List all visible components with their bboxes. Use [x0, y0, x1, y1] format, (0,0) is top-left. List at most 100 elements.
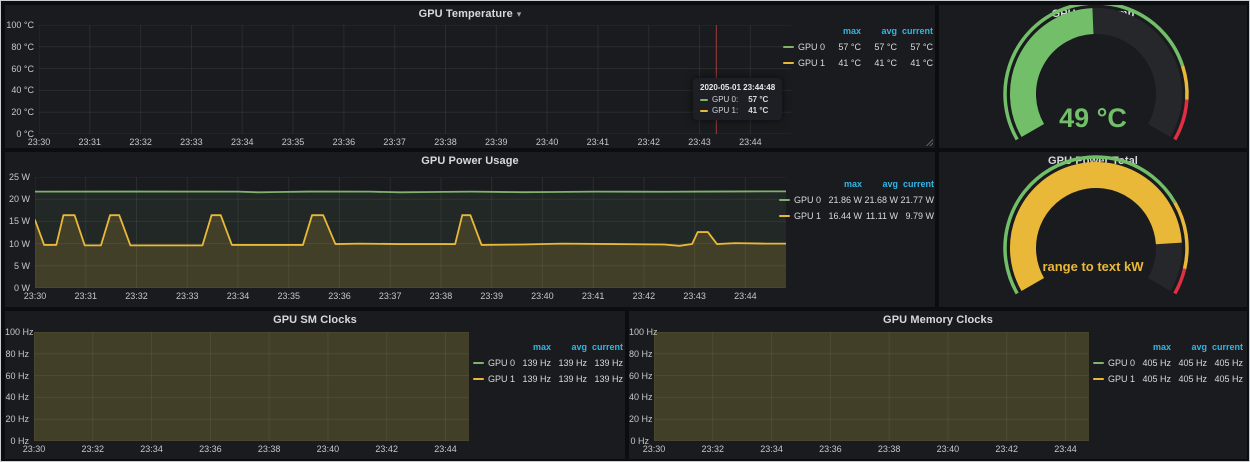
tooltip-series-row: GPU 1: 41 °C — [700, 105, 775, 116]
legend-series-value: 139 Hz — [551, 358, 587, 368]
panel-gpu-temperature: GPU Temperature▾ 0 °C20 °C40 °C60 °C80 °… — [5, 5, 935, 148]
legend-header-avg[interactable]: avg — [862, 179, 898, 189]
legend-series-name: GPU 0 — [1108, 358, 1135, 368]
y-tick-label: 80 Hz — [629, 349, 649, 359]
x-tick-label: 23:30 — [21, 137, 57, 147]
tooltip-series-name: GPU 1: — [712, 105, 738, 116]
x-tick-label: 23:36 — [321, 291, 357, 301]
x-tick-label: 23:34 — [220, 291, 256, 301]
legend-series-row: GPU 0405 Hz405 Hz405 Hz — [1093, 355, 1243, 371]
legend-series-name: GPU 1 — [1108, 374, 1135, 384]
y-tick-label: 100 Hz — [629, 327, 649, 337]
legend-header-current[interactable]: current — [897, 26, 933, 36]
legend-header-max[interactable]: max — [826, 179, 862, 189]
legend-series-value: 139 Hz — [587, 358, 623, 368]
x-tick-label: 23:37 — [372, 291, 408, 301]
legend-header-row: maxavgcurrent — [783, 23, 933, 39]
gauge-arc — [939, 152, 1247, 307]
x-tick-label: 23:34 — [134, 444, 170, 454]
x-tick-label: 23:44 — [1047, 444, 1083, 454]
x-tick-label: 23:42 — [631, 137, 667, 147]
legend-series-row: GPU 141 °C41 °C41 °C — [783, 55, 933, 71]
x-tick-label: 23:40 — [310, 444, 346, 454]
legend-series-toggle[interactable]: GPU 0 — [783, 42, 825, 52]
legend-header-avg[interactable]: avg — [1171, 342, 1207, 352]
legend-series-toggle[interactable]: GPU 1 — [473, 374, 515, 384]
tooltip-timestamp: 2020-05-01 23:44:48 — [700, 82, 775, 93]
x-tick-label: 23:42 — [369, 444, 405, 454]
legend-series-row: GPU 0139 Hz139 Hz139 Hz — [473, 355, 623, 371]
panel-gpu-power-total: GPU Power Total range to text kW — [939, 152, 1247, 307]
y-tick-label: 20 Hz — [5, 414, 29, 424]
legend-series-toggle[interactable]: GPU 0 — [473, 358, 515, 368]
series-color-dash — [783, 46, 794, 48]
legend-series-value: 21.68 W — [862, 195, 898, 205]
legend-header-avg[interactable]: avg — [551, 342, 587, 352]
x-tick-label: 23:39 — [474, 291, 510, 301]
legend: maxavgcurrentGPU 0139 Hz139 Hz139 HzGPU … — [473, 339, 623, 387]
x-tick-label: 23:36 — [326, 137, 362, 147]
series-color-dash — [1093, 378, 1104, 380]
plot-area[interactable] — [654, 332, 1089, 441]
y-tick-label: 40 °C — [5, 85, 34, 95]
x-tick-label: 23:33 — [169, 291, 205, 301]
y-tick-label: 100 °C — [5, 20, 34, 30]
legend-header-max[interactable]: max — [825, 26, 861, 36]
legend-series-toggle[interactable]: GPU 1 — [779, 211, 826, 221]
series-color-dash — [473, 378, 484, 380]
y-tick-label: 80 Hz — [5, 349, 29, 359]
legend: maxavgcurrentGPU 021.86 W21.68 W21.77 WG… — [779, 176, 934, 224]
x-tick-label: 23:42 — [989, 444, 1025, 454]
legend-series-toggle[interactable]: GPU 1 — [783, 58, 825, 68]
tooltip-series-value: 41 °C — [748, 105, 768, 116]
x-tick-label: 23:32 — [123, 137, 159, 147]
panel-gpu-memory-clocks: GPU Memory Clocks 0 Hz20 Hz40 Hz60 Hz80 … — [629, 311, 1247, 459]
legend-header-current[interactable]: current — [1207, 342, 1243, 352]
legend-series-toggle[interactable]: GPU 0 — [779, 195, 826, 205]
legend-series-value: 139 Hz — [587, 374, 623, 384]
y-tick-label: 40 Hz — [629, 392, 649, 402]
y-tick-label: 20 Hz — [629, 414, 649, 424]
legend-series-name: GPU 1 — [488, 374, 515, 384]
panel-gpu-avg-temp: GPU Avg. Temp 49 °C — [939, 5, 1247, 148]
legend-header-max[interactable]: max — [1135, 342, 1171, 352]
legend-series-name: GPU 0 — [794, 195, 821, 205]
legend-series-value: 139 Hz — [551, 374, 587, 384]
legend-series-name: GPU 1 — [794, 211, 821, 221]
panel-gpu-power-usage: GPU Power Usage 0 W5 W10 W15 W20 W25 W23… — [5, 152, 935, 307]
plot-area[interactable] — [35, 177, 786, 288]
legend-series-row: GPU 116.44 W11.11 W9.79 W — [779, 208, 934, 224]
y-tick-label: 15 W — [5, 216, 30, 226]
legend-header-max[interactable]: max — [515, 342, 551, 352]
series-color-dash — [783, 62, 794, 64]
legend-header-row: maxavgcurrent — [779, 176, 934, 192]
x-tick-label: 23:40 — [930, 444, 966, 454]
y-tick-label: 60 °C — [5, 64, 34, 74]
x-tick-label: 23:34 — [754, 444, 790, 454]
legend-series-value: 57 °C — [861, 42, 897, 52]
x-tick-label: 23:38 — [251, 444, 287, 454]
legend-series-row: GPU 021.86 W21.68 W21.77 W — [779, 192, 934, 208]
plot-area[interactable] — [39, 25, 791, 134]
legend-series-toggle[interactable]: GPU 0 — [1093, 358, 1135, 368]
legend-series-value: 405 Hz — [1207, 358, 1243, 368]
legend-series-toggle[interactable]: GPU 1 — [1093, 374, 1135, 384]
tooltip-series-row: GPU 0:57 °C — [700, 94, 775, 105]
legend: maxavgcurrentGPU 057 °C57 °C57 °CGPU 141… — [783, 23, 933, 71]
y-tick-label: 20 W — [5, 194, 30, 204]
legend-series-name: GPU 0 — [488, 358, 515, 368]
legend-series-value: 139 Hz — [515, 374, 551, 384]
y-tick-label: 25 W — [5, 172, 30, 182]
x-tick-label: 23:44 — [727, 291, 763, 301]
plot-area[interactable] — [34, 332, 469, 441]
legend-header-row: maxavgcurrent — [473, 339, 623, 355]
legend-header-current[interactable]: current — [587, 342, 623, 352]
x-tick-label: 23:36 — [192, 444, 228, 454]
legend-header-current[interactable]: current — [898, 179, 934, 189]
series-fill — [654, 332, 1089, 441]
legend-header-avg[interactable]: avg — [861, 26, 897, 36]
series-color-dash — [779, 199, 790, 201]
legend-series-value: 57 °C — [825, 42, 861, 52]
x-tick-label: 23:35 — [275, 137, 311, 147]
x-tick-label: 23:37 — [377, 137, 413, 147]
